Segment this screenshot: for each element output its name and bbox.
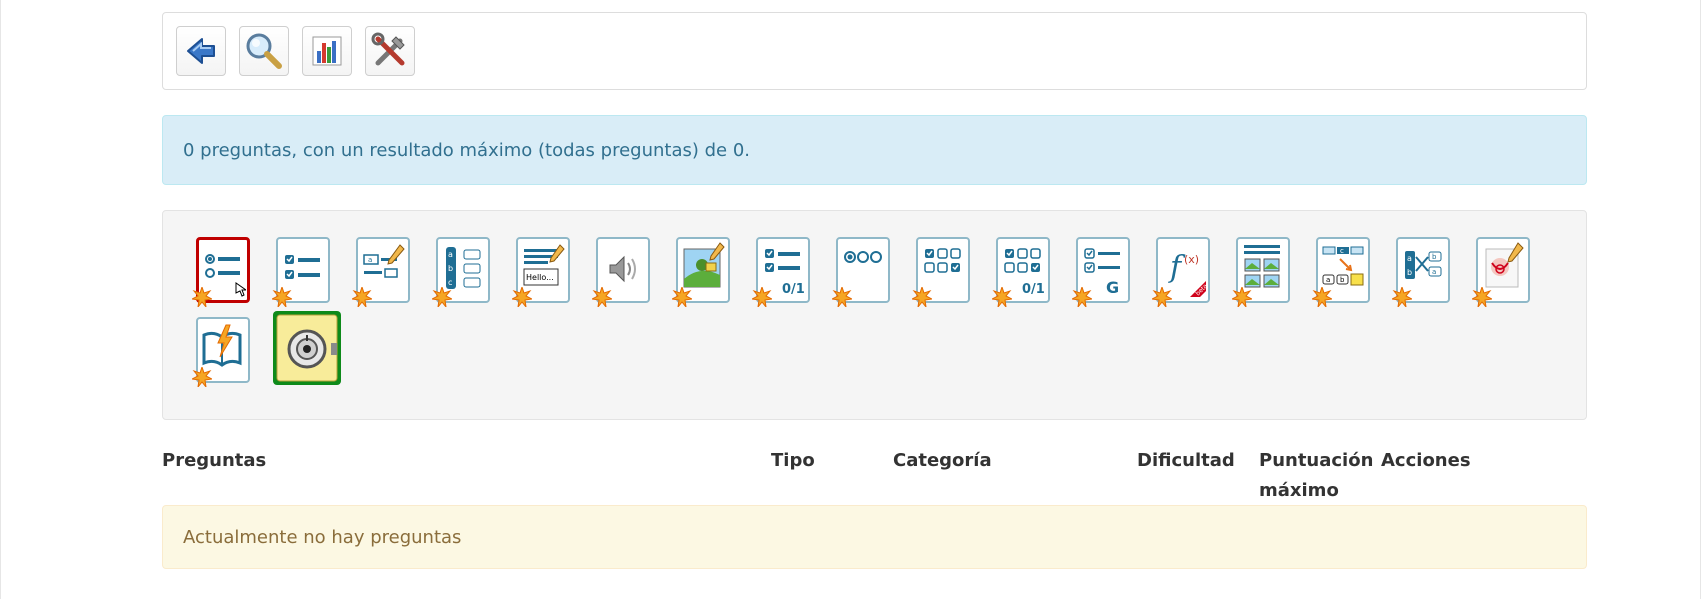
new-star-icon <box>1232 287 1252 307</box>
header-preguntas: Preguntas <box>162 450 267 471</box>
svg-text:c: c <box>448 278 452 287</box>
settings-button[interactable] <box>365 26 415 76</box>
svg-text:c: c <box>1340 247 1344 255</box>
new-star-icon <box>1152 287 1172 307</box>
new-star-icon <box>512 287 532 307</box>
svg-text:b: b <box>1432 253 1437 261</box>
question-type-hotspot[interactable] <box>672 235 732 307</box>
svg-text:(x): (x) <box>1184 253 1199 266</box>
question-types-panel: a a b c Hello... 0/1 0/1 G f (x) beta c … <box>162 210 1587 420</box>
new-star-icon <box>352 287 372 307</box>
new-star-icon <box>1392 287 1412 307</box>
question-type-reading-comprehension[interactable] <box>192 315 252 387</box>
svg-text:b: b <box>1407 268 1412 277</box>
svg-text:Hello...: Hello... <box>526 273 554 282</box>
svg-text:G: G <box>1106 278 1119 297</box>
question-type-matching-draggable[interactable]: a b b a <box>1392 235 1452 307</box>
new-star-icon <box>1472 287 1492 307</box>
header-puntuacion: Puntuación máximo <box>1259 446 1373 506</box>
question-type-drag-and-drop[interactable]: c a b <box>1312 235 1372 307</box>
question-type-open-question[interactable]: Hello... <box>512 235 572 307</box>
svg-text:a: a <box>1407 254 1412 263</box>
new-star-icon <box>192 287 212 307</box>
new-star-icon <box>752 287 772 307</box>
no-questions-alert: Actualmente no hay preguntas <box>162 505 1587 569</box>
new-star-icon <box>1312 287 1332 307</box>
magnifier-icon <box>246 33 282 69</box>
info-text: 0 preguntas, con un resultado máximo (to… <box>183 139 751 161</box>
new-star-icon <box>272 287 292 307</box>
svg-text:0/1: 0/1 <box>1022 282 1045 297</box>
question-type-question-bank[interactable] <box>271 309 343 389</box>
question-type-annotation[interactable] <box>1472 235 1532 307</box>
new-star-icon <box>1072 287 1092 307</box>
question-type-combination-true-false[interactable]: 0/1 <box>992 235 1052 307</box>
question-type-calculated-answer[interactable]: f (x) beta <box>1152 235 1212 307</box>
question-type-image-annotation[interactable] <box>1232 235 1292 307</box>
preview-button[interactable] <box>239 26 289 76</box>
header-tipo: Tipo <box>771 450 815 471</box>
new-star-icon <box>432 287 452 307</box>
header-puntuacion-line2: máximo <box>1259 480 1339 501</box>
tools-icon <box>371 32 405 66</box>
question-bank-icon <box>273 311 341 385</box>
header-acciones: Acciones <box>1381 450 1471 471</box>
question-type-oral-expression[interactable] <box>592 235 652 307</box>
header-puntuacion-line1: Puntuación <box>1259 450 1374 471</box>
question-type-multiple-answer-true-false[interactable] <box>912 235 972 307</box>
new-star-icon <box>832 287 852 307</box>
question-type-fill-blanks[interactable]: a <box>352 235 412 307</box>
question-type-global-multiple-answer[interactable]: G <box>1072 235 1132 307</box>
svg-text:0/1: 0/1 <box>782 282 805 297</box>
svg-text:a: a <box>1326 276 1330 284</box>
question-type-unique-answer[interactable] <box>192 235 252 307</box>
new-star-icon <box>992 287 1012 307</box>
svg-text:b: b <box>1340 276 1345 284</box>
new-star-icon <box>912 287 932 307</box>
bar-chart-icon <box>312 36 342 66</box>
questions-table-header: Preguntas Tipo Categoría Dificultad Punt… <box>162 446 1587 506</box>
question-type-matching[interactable]: a b c <box>432 235 492 307</box>
svg-text:a: a <box>448 250 453 259</box>
svg-text:b: b <box>448 264 453 273</box>
back-arrow-icon <box>187 38 215 64</box>
new-star-icon <box>592 287 612 307</box>
back-button[interactable] <box>176 26 226 76</box>
header-categoria: Categoría <box>893 450 992 471</box>
svg-text:a: a <box>1432 268 1436 276</box>
question-type-multiple-answer[interactable] <box>272 235 332 307</box>
no-questions-text: Actualmente no hay preguntas <box>183 526 462 548</box>
beta-badge: beta <box>1194 282 1206 297</box>
exercise-toolbar <box>162 12 1587 90</box>
question-type-unique-answer-no-option[interactable] <box>832 235 892 307</box>
question-type-combination[interactable]: 0/1 <box>752 235 812 307</box>
info-alert: 0 preguntas, con un resultado máximo (to… <box>162 115 1587 185</box>
svg-text:a: a <box>368 256 372 264</box>
new-star-icon <box>192 367 212 387</box>
new-star-icon <box>672 287 692 307</box>
header-dificultad: Dificultad <box>1137 450 1235 471</box>
results-button[interactable] <box>302 26 352 76</box>
